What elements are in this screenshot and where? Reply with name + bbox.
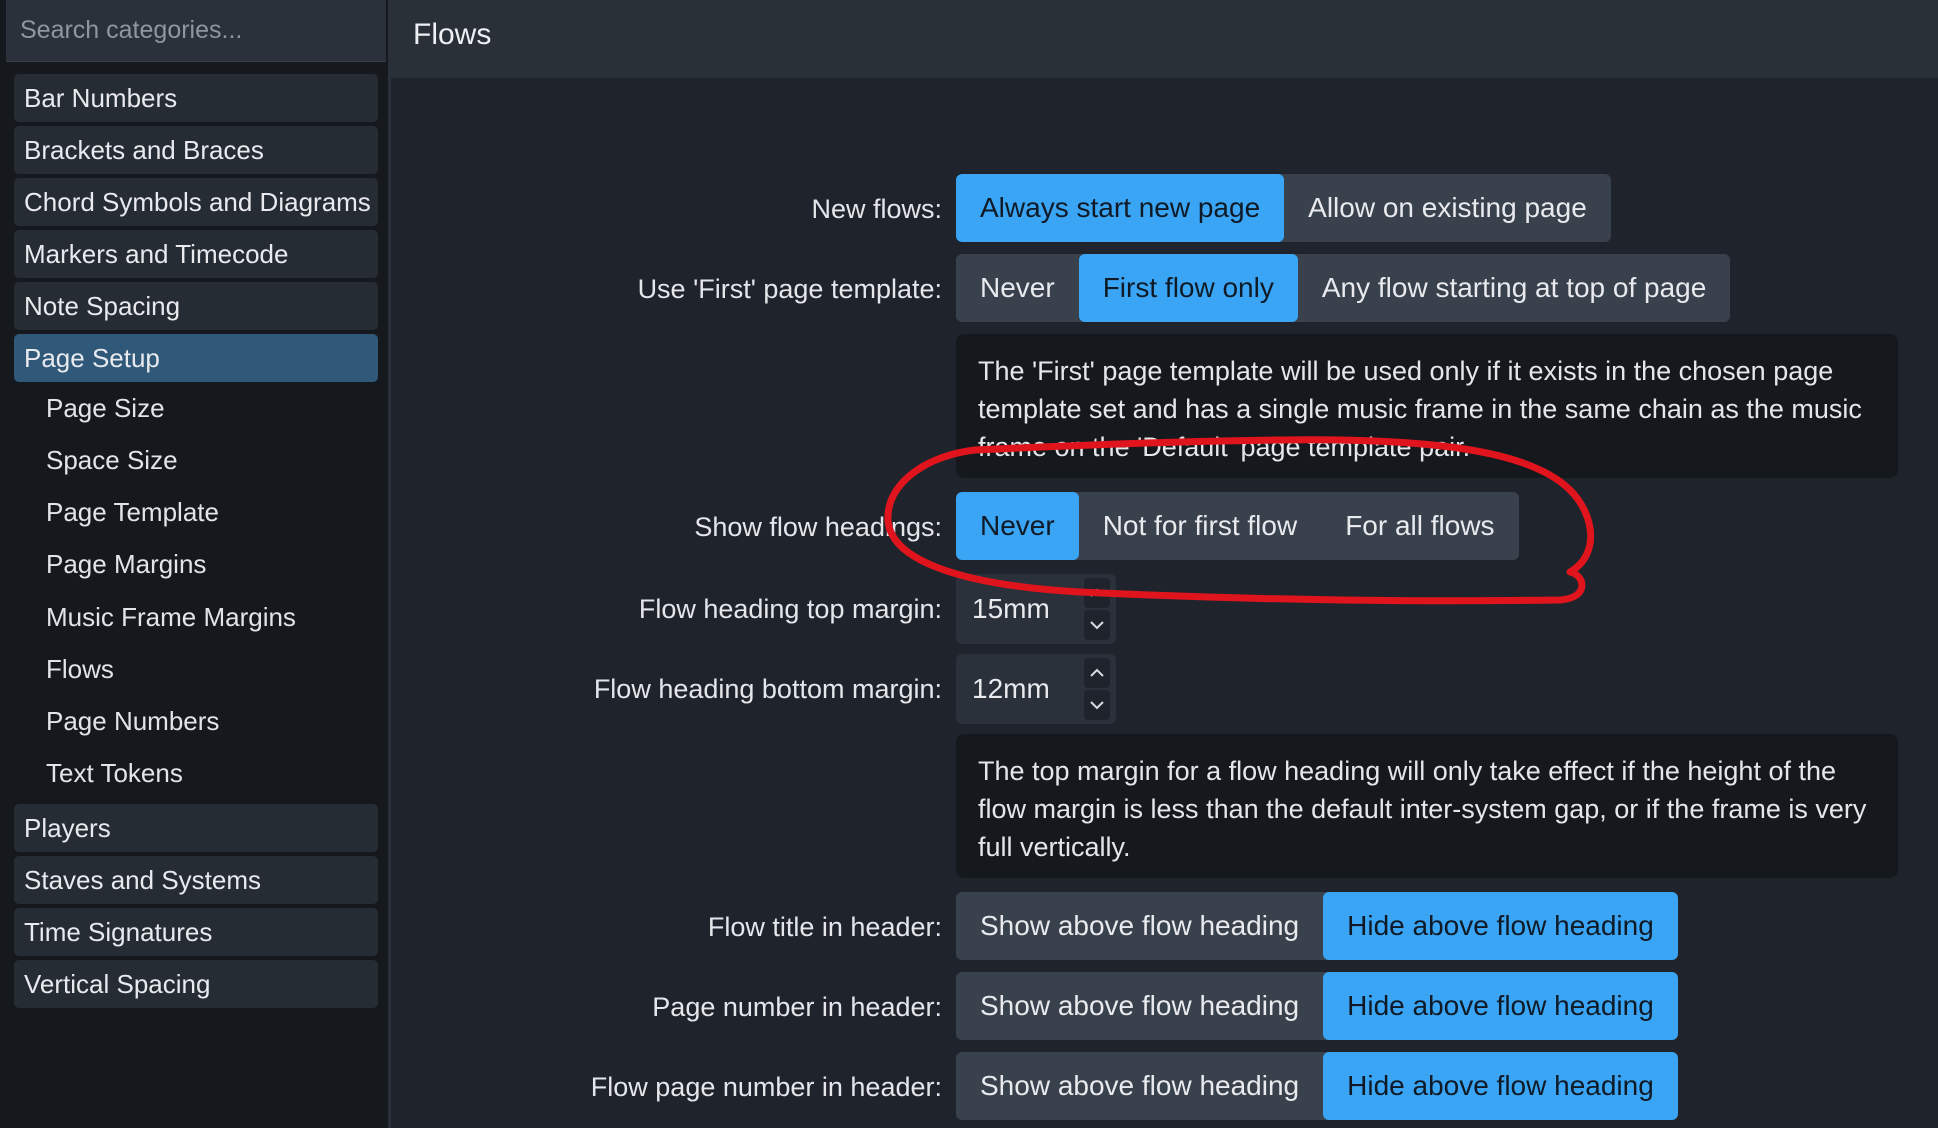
chevron-up-icon[interactable] [1084, 578, 1110, 608]
subcategory-space-size[interactable]: Space Size [46, 436, 178, 484]
chevron-up-icon[interactable] [1084, 658, 1110, 688]
chevron-down-icon[interactable] [1084, 610, 1110, 640]
page-number-selector: Show above flow heading Hide above flow … [956, 972, 1678, 1040]
option-hide-above-flow-heading[interactable]: Hide above flow heading [1323, 1052, 1678, 1120]
category-chord-symbols[interactable]: Chord Symbols and Diagrams [14, 178, 378, 226]
option-show-above-flow-heading[interactable]: Show above flow heading [956, 972, 1323, 1040]
bottom-margin-value[interactable]: 12mm [972, 654, 1050, 724]
subcategory-page-template[interactable]: Page Template [46, 488, 219, 536]
bottom-margin-label: Flow heading bottom margin: [593, 673, 942, 704]
flow-page-number-selector: Show above flow heading Hide above flow … [956, 1052, 1678, 1120]
new-flows-selector: Always start new page Allow on existing … [956, 174, 1611, 242]
search-box[interactable] [6, 0, 386, 62]
margin-info: The top margin for a flow heading will o… [956, 734, 1898, 878]
flow-title-label: Flow title in header: [707, 911, 942, 942]
option-not-for-first-flow[interactable]: Not for first flow [1079, 492, 1321, 560]
category-note-spacing[interactable]: Note Spacing [14, 282, 378, 330]
top-margin-value[interactable]: 15mm [972, 574, 1050, 644]
flow-title-selector: Show above flow heading Hide above flow … [956, 892, 1678, 960]
option-never[interactable]: Never [956, 254, 1079, 322]
option-show-above-flow-heading[interactable]: Show above flow heading [956, 892, 1323, 960]
option-always-start-new-page[interactable]: Always start new page [956, 174, 1285, 242]
category-vertical-spacing[interactable]: Vertical Spacing [14, 960, 378, 1008]
subcategory-flows[interactable]: Flows [46, 645, 114, 693]
option-hide-above-flow-heading[interactable]: Hide above flow heading [1323, 892, 1678, 960]
category-brackets-and-braces[interactable]: Brackets and Braces [14, 126, 378, 174]
page-number-label: Page number in header: [652, 991, 942, 1022]
section-header: Flows [391, 0, 1938, 78]
option-first-flow-only[interactable]: First flow only [1078, 254, 1298, 322]
option-for-all-flows[interactable]: For all flows [1321, 492, 1518, 560]
flow-page-number-label: Flow page number in header: [590, 1071, 942, 1102]
category-players[interactable]: Players [14, 804, 378, 852]
option-allow-on-existing-page[interactable]: Allow on existing page [1284, 174, 1611, 242]
category-bar-numbers[interactable]: Bar Numbers [14, 74, 378, 122]
option-any-flow-top-of-page[interactable]: Any flow starting at top of page [1298, 254, 1730, 322]
subcategory-page-margins[interactable]: Page Margins [46, 540, 206, 588]
category-sidebar: Bar Numbers Brackets and Braces Chord Sy… [0, 0, 390, 1128]
option-show-above-flow-heading[interactable]: Show above flow heading [956, 1052, 1323, 1120]
new-flows-label: New flows: [811, 193, 942, 224]
option-never[interactable]: Never [956, 492, 1079, 560]
top-margin-spinner[interactable]: 15mm [956, 574, 1116, 644]
subcategory-page-size[interactable]: Page Size [46, 384, 165, 432]
subcategory-page-numbers[interactable]: Page Numbers [46, 697, 219, 745]
page-title: Flows [413, 18, 492, 51]
category-staves-and-systems[interactable]: Staves and Systems [14, 856, 378, 904]
category-page-setup[interactable]: Page Setup [14, 334, 378, 382]
margin-info-text: The top margin for a flow heading will o… [978, 756, 1867, 862]
first-template-selector: Never First flow only Any flow starting … [956, 254, 1731, 322]
chevron-down-icon[interactable] [1084, 690, 1110, 720]
show-headings-label: Show flow headings: [694, 511, 942, 542]
category-markers-and-timecode[interactable]: Markers and Timecode [14, 230, 378, 278]
sidebar-divider [388, 0, 391, 1128]
first-template-label: Use 'First' page template: [637, 273, 942, 304]
bottom-margin-spinner[interactable]: 12mm [956, 654, 1116, 724]
category-time-signatures[interactable]: Time Signatures [14, 908, 378, 956]
search-input[interactable] [18, 15, 386, 46]
first-template-info-text: The 'First' page template will be used o… [978, 356, 1862, 462]
top-margin-label: Flow heading top margin: [638, 593, 942, 624]
show-headings-selector: Never Not for first flow For all flows [956, 492, 1519, 560]
option-hide-above-flow-heading[interactable]: Hide above flow heading [1323, 972, 1678, 1040]
subcategory-music-frame-margins[interactable]: Music Frame Margins [46, 593, 296, 641]
subcategory-text-tokens[interactable]: Text Tokens [46, 749, 183, 797]
first-template-info: The 'First' page template will be used o… [956, 334, 1898, 478]
